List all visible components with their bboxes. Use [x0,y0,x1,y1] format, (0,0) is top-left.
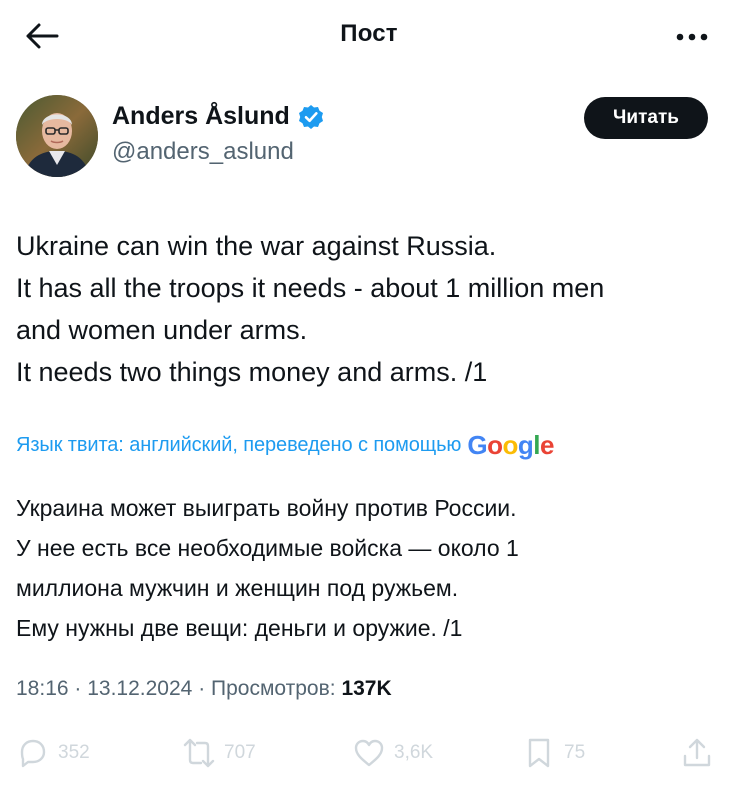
tweet-line: It needs two things money and arms. /1 [16,357,488,387]
post-meta: 18:16 · 13.12.2024 · Просмотров: 137K [16,677,392,701]
views-label: Просмотров: [211,677,336,700]
bookmark-icon [528,738,550,768]
reply-count: 352 [58,742,90,763]
repost-button[interactable]: 707 [182,725,256,781]
translated-line: миллиона мужчин и женщин под ружьем. [16,575,459,601]
avatar[interactable] [16,95,98,177]
action-bar: 352 707 3,6K 75 [0,725,738,781]
meta-separator: · [198,677,212,700]
like-count: 3,6K [394,742,434,763]
views-count: 137K [341,677,392,700]
author-name[interactable]: Anders Åslund [112,102,290,131]
repost-icon [183,738,215,768]
post-time[interactable]: 18:16 [16,677,69,700]
author-handle[interactable]: @anders_aslund [112,138,294,166]
like-button[interactable]: 3,6K [352,725,433,781]
translation-attribution[interactable]: Язык твита: английский, переведено с пом… [16,430,554,461]
post-page: Пост Anders Åslund @anders_aslund Читать… [0,0,738,800]
translated-line: У нее есть все необходимые войска — окол… [16,535,519,561]
author-name-row: Anders Åslund [112,102,324,131]
page-title: Пост [340,20,398,47]
verified-badge-icon [298,104,323,129]
top-bar: Пост [0,0,738,72]
repost-count: 707 [224,742,256,763]
tweet-text: Ukraine can win the war against Russia. … [16,225,716,393]
share-button[interactable] [680,725,714,781]
translation-label[interactable]: Язык твита: английский, переведено с пом… [16,434,461,457]
translated-text: Украина может выиграть войну против Росс… [16,488,716,648]
follow-button[interactable]: Читать [584,97,708,139]
tweet-line: and women under arms. [16,315,308,345]
reply-icon [20,739,46,768]
share-icon [683,738,711,767]
meta-separator: · [74,677,88,700]
translated-line: Украина может выиграть войну против Росс… [16,495,517,521]
more-options-button[interactable] [672,22,712,52]
heart-icon [354,739,384,767]
avatar-image [16,95,98,177]
reply-button[interactable]: 352 [16,725,90,781]
bookmark-count: 75 [564,742,586,763]
tweet-line: Ukraine can win the war against Russia. [16,231,497,261]
more-dots-icon [676,33,708,41]
bookmark-button[interactable]: 75 [522,725,585,781]
tweet-line: It has all the troops it needs - about 1… [16,273,605,303]
post-date[interactable]: 13.12.2024 [87,677,192,700]
google-logo: Google [467,430,554,460]
translated-line: Ему нужны две вещи: деньги и оружие. /1 [16,615,463,641]
